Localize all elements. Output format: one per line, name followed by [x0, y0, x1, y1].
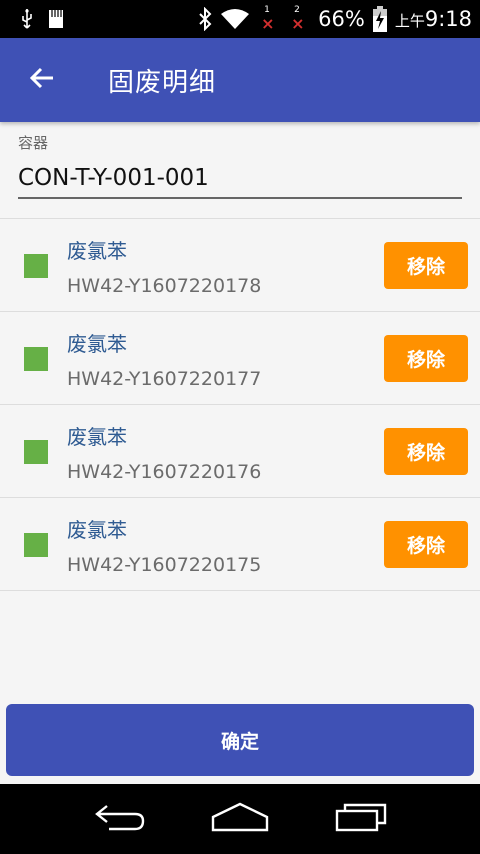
battery-charging-icon [372, 6, 387, 32]
item-name: 废氯苯 [67, 332, 127, 356]
item-name: 废氯苯 [67, 239, 127, 263]
status-swatch [24, 440, 48, 464]
container-label: 容器 [18, 134, 49, 152]
waste-list: 废氯苯 HW42-Y1607220178 移除 废氯苯 HW42-Y160722… [0, 218, 480, 591]
status-swatch [24, 254, 48, 278]
list-item: 废氯苯 HW42-Y1607220176 移除 [0, 405, 480, 498]
item-code: HW42-Y1607220178 [67, 275, 262, 297]
status-swatch [24, 533, 48, 557]
recent-apps-icon [335, 802, 389, 836]
nav-home-button[interactable] [185, 784, 295, 854]
status-bar: 1 × 2 × 66% 上午9:18 [0, 0, 480, 38]
nav-back-button[interactable] [65, 784, 175, 854]
wifi-icon [220, 8, 250, 30]
navigation-bar [0, 784, 480, 854]
nav-recents-button[interactable] [307, 784, 417, 854]
container-field: 容器 CON-T-Y-001-001 [18, 132, 462, 199]
list-item: 废氯苯 HW42-Y1607220177 移除 [0, 312, 480, 405]
app-bar: 固废明细 [0, 38, 480, 122]
sim2-signal-icon: 2 × [291, 5, 305, 33]
sd-card-icon [48, 9, 64, 29]
item-name: 废氯苯 [67, 518, 127, 542]
list-item: 废氯苯 HW42-Y1607220175 移除 [0, 498, 480, 591]
container-input[interactable]: CON-T-Y-001-001 [18, 165, 462, 199]
item-code: HW42-Y1607220175 [67, 554, 262, 576]
back-icon [93, 802, 147, 836]
arrow-left-icon [29, 65, 55, 95]
status-swatch [24, 347, 48, 371]
item-name: 废氯苯 [67, 425, 127, 449]
remove-button[interactable]: 移除 [384, 428, 468, 475]
bluetooth-icon [198, 7, 212, 31]
sim1-signal-icon: 1 × [261, 5, 275, 33]
item-code: HW42-Y1607220177 [67, 368, 262, 390]
usb-icon [20, 8, 34, 30]
remove-button[interactable]: 移除 [384, 335, 468, 382]
remove-button[interactable]: 移除 [384, 521, 468, 568]
clock-time: 9:18 [424, 7, 472, 31]
confirm-button[interactable]: 确定 [6, 704, 474, 776]
remove-button[interactable]: 移除 [384, 242, 468, 289]
list-item: 废氯苯 HW42-Y1607220178 移除 [0, 219, 480, 312]
battery-percent: 66% [318, 7, 365, 31]
item-code: HW42-Y1607220176 [67, 461, 262, 483]
home-icon [211, 801, 269, 837]
clock-ampm: 上午 [394, 12, 425, 30]
back-button[interactable] [0, 38, 84, 122]
page-title: 固废明细 [108, 67, 217, 98]
clock: 上午9:18 [395, 7, 472, 31]
